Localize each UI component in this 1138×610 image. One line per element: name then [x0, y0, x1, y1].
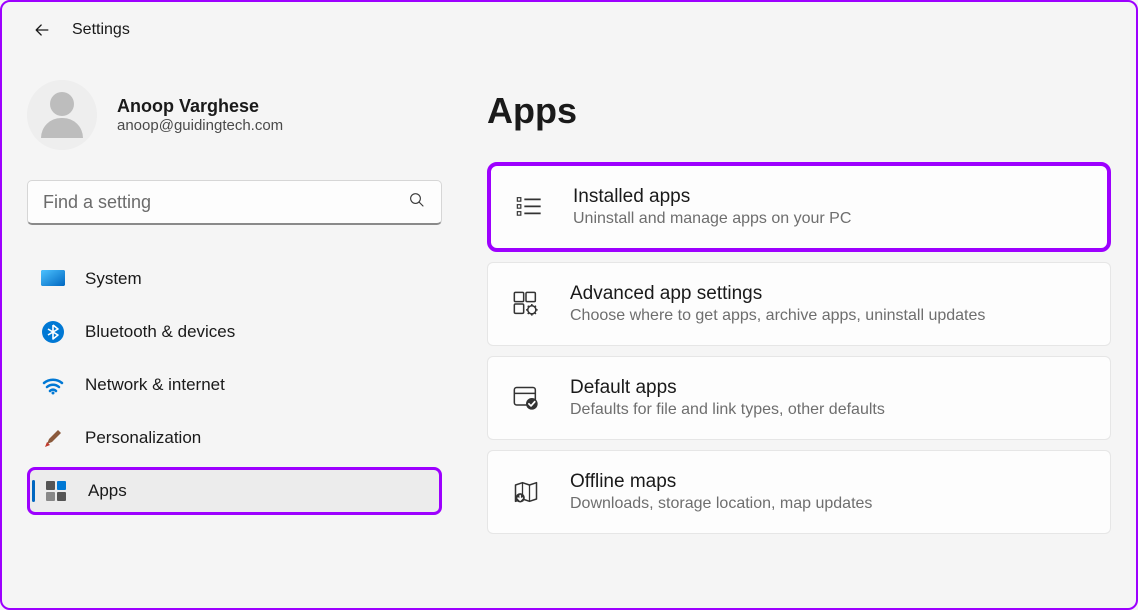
- card-desc: Defaults for file and link types, other …: [570, 401, 885, 419]
- card-advanced-app-settings[interactable]: Advanced app settings Choose where to ge…: [487, 262, 1111, 346]
- main-content: Apps Installed apps Uninstall and manage…: [457, 50, 1136, 606]
- sidebar-item-personalization[interactable]: Personalization: [27, 414, 442, 462]
- grid-gear-icon: [512, 290, 540, 318]
- profile-email: anoop@guidingtech.com: [117, 117, 283, 134]
- system-icon: [41, 267, 65, 291]
- sidebar-item-label: Network & internet: [85, 375, 225, 395]
- sidebar-item-label: System: [85, 269, 142, 289]
- sidebar-item-bluetooth[interactable]: Bluetooth & devices: [27, 308, 442, 356]
- sidebar-item-label: Bluetooth & devices: [85, 322, 235, 342]
- window-check-icon: [512, 384, 540, 412]
- sidebar-item-apps[interactable]: Apps: [27, 467, 442, 515]
- card-title: Offline maps: [570, 471, 872, 493]
- list-icon: [515, 193, 543, 221]
- card-offline-maps[interactable]: Offline maps Downloads, storage location…: [487, 450, 1111, 534]
- avatar-icon: [27, 80, 97, 150]
- page-title: Apps: [487, 90, 1111, 132]
- back-arrow-icon[interactable]: [32, 20, 52, 40]
- sidebar-item-system[interactable]: System: [27, 255, 442, 303]
- card-desc: Uninstall and manage apps on your PC: [573, 210, 851, 228]
- sidebar-item-label: Apps: [88, 481, 127, 501]
- search-input[interactable]: [43, 192, 408, 213]
- map-icon: [512, 478, 540, 506]
- profile-name: Anoop Varghese: [117, 96, 283, 117]
- sidebar-item-label: Personalization: [85, 428, 201, 448]
- card-desc: Choose where to get apps, archive apps, …: [570, 307, 985, 325]
- sidebar-item-network[interactable]: Network & internet: [27, 361, 442, 409]
- brush-icon: [41, 426, 65, 450]
- card-title: Advanced app settings: [570, 283, 985, 305]
- header-title: Settings: [72, 21, 130, 39]
- search-icon[interactable]: [408, 191, 426, 214]
- sidebar-nav: System Bluetooth & devices Network & int…: [27, 255, 457, 515]
- card-title: Installed apps: [573, 186, 851, 208]
- apps-icon: [44, 479, 68, 503]
- profile-section[interactable]: Anoop Varghese anoop@guidingtech.com: [27, 80, 457, 150]
- card-desc: Downloads, storage location, map updates: [570, 495, 872, 513]
- bluetooth-icon: [41, 320, 65, 344]
- card-installed-apps[interactable]: Installed apps Uninstall and manage apps…: [487, 162, 1111, 252]
- header: Settings: [2, 2, 1136, 50]
- wifi-icon: [41, 373, 65, 397]
- sidebar: Anoop Varghese anoop@guidingtech.com Sys…: [2, 50, 457, 606]
- card-title: Default apps: [570, 377, 885, 399]
- search-box[interactable]: [27, 180, 442, 225]
- card-default-apps[interactable]: Default apps Defaults for file and link …: [487, 356, 1111, 440]
